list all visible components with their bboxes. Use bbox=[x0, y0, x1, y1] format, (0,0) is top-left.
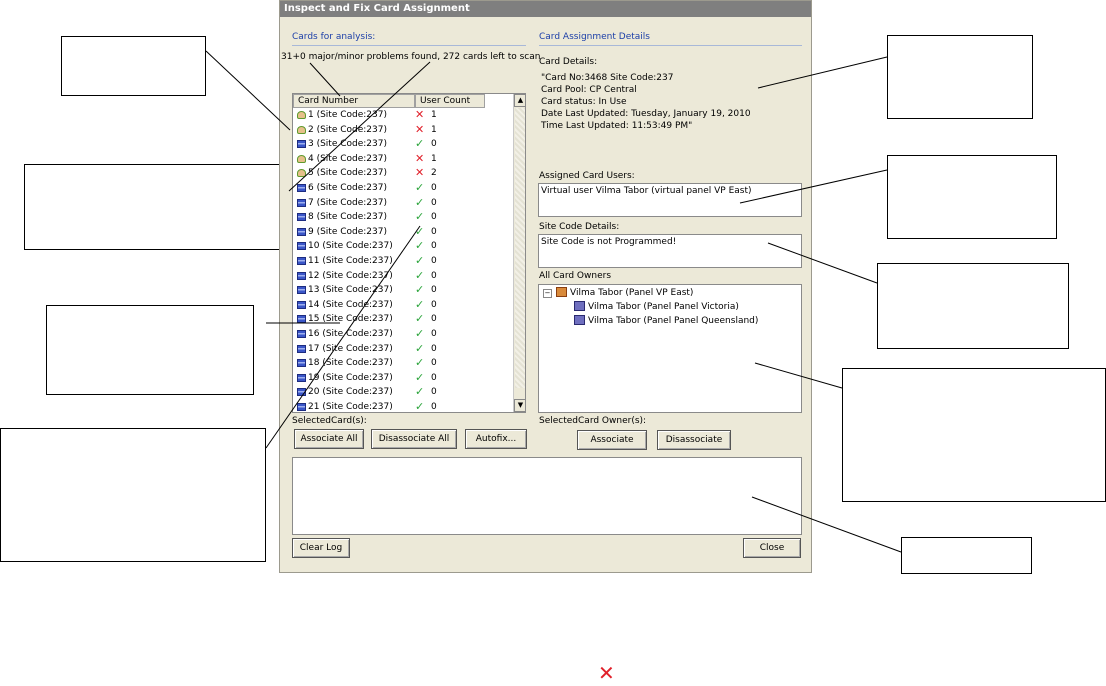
connector-line-6 bbox=[757, 56, 888, 89]
connector-line-7 bbox=[739, 169, 888, 204]
connector-line-1 bbox=[205, 50, 291, 131]
connector-line-5 bbox=[265, 225, 421, 449]
connector-line-9 bbox=[754, 362, 843, 389]
connector-line-10 bbox=[751, 496, 902, 553]
callout-connectors bbox=[205, 50, 902, 553]
connector-line-8 bbox=[767, 242, 878, 284]
connector-line-3 bbox=[288, 61, 431, 192]
close-icon: ✕ bbox=[598, 661, 615, 685]
connector-line-2 bbox=[309, 62, 341, 97]
